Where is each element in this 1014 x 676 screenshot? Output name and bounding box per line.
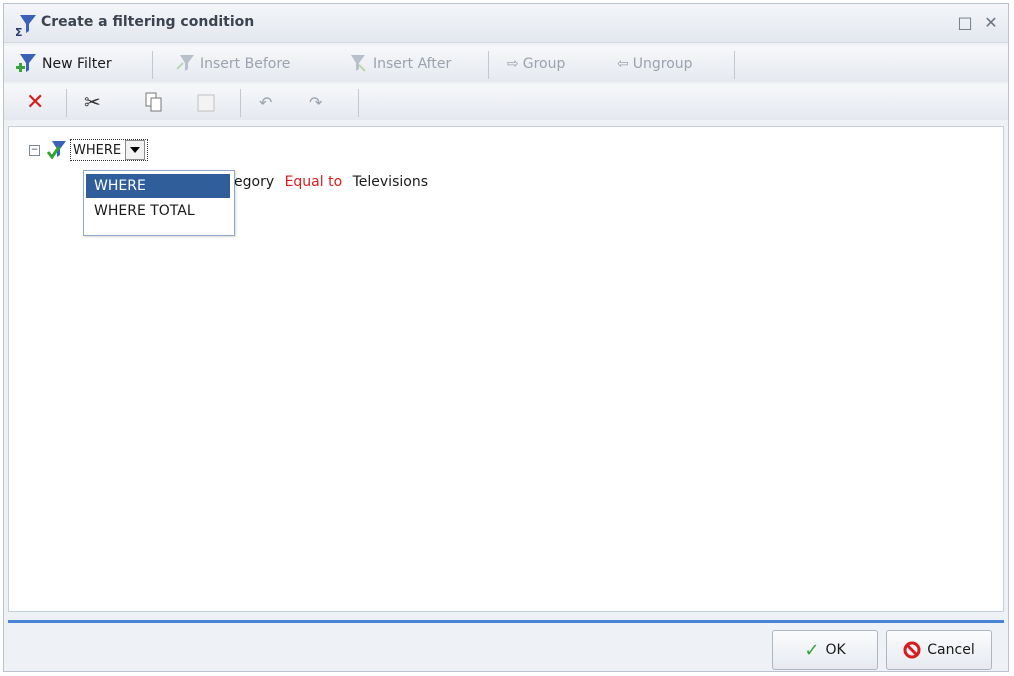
dialog-title: Create a filtering condition [41, 14, 255, 30]
group-button[interactable]: ⇨ Group [507, 52, 565, 76]
group-label: Group [522, 56, 566, 72]
chevron-down-icon [130, 147, 141, 153]
new-filter-label: New Filter [42, 56, 112, 72]
paste-button[interactable] [196, 90, 216, 114]
delete-icon: ✕ [26, 89, 45, 115]
insert-after-button[interactable]: Insert After [347, 52, 451, 76]
ungroup-button[interactable]: ⇦ Ungroup [617, 52, 693, 76]
condition-value[interactable]: Televisions [353, 174, 428, 190]
insert-before-label: Insert Before [200, 56, 291, 72]
undo-icon: ↶ [259, 92, 273, 112]
redo-icon: ↷ [309, 92, 323, 112]
toolbar-separator [734, 51, 735, 79]
arrow-left-icon: ⇦ [617, 56, 629, 72]
copy-button[interactable] [144, 90, 164, 114]
filter-dialog: Σ Create a filtering condition □ ✕ New F… [3, 3, 1009, 672]
collapse-toggle[interactable]: − [29, 144, 40, 156]
cut-button[interactable]: ✂ [84, 90, 101, 114]
condition-text[interactable]: egory Equal to Televisions [234, 174, 428, 190]
new-filter-button[interactable]: New Filter [14, 52, 112, 76]
where-select-value: WHERE [73, 142, 122, 158]
insert-after-label: Insert After [373, 56, 452, 72]
tree-root-row: − WHERE [29, 139, 149, 161]
close-button[interactable]: ✕ [982, 14, 1000, 32]
toolbar-separator [66, 89, 67, 117]
toolbar-separator [152, 51, 153, 79]
insert-after-icon [351, 55, 366, 72]
checkmark-icon: ✓ [804, 639, 820, 661]
filter-check-icon [46, 141, 66, 160]
copy-icon [145, 92, 162, 112]
cancel-button[interactable]: Cancel [886, 630, 992, 670]
toolbar-separator [488, 51, 489, 79]
ok-label: OK [825, 642, 846, 658]
insert-before-icon [176, 55, 194, 71]
filter-sigma-icon: Σ [15, 15, 36, 37]
edit-toolbar: ✕ ✂ ↶ ↷ [4, 84, 1008, 120]
cancel-label: Cancel [927, 642, 975, 658]
redo-button[interactable]: ↷ [309, 90, 322, 114]
undo-button[interactable]: ↶ [259, 90, 272, 114]
dialog-footer: ✓ OK Cancel [4, 626, 1008, 671]
toolbar-separator [240, 89, 241, 117]
delete-button[interactable]: ✕ [26, 89, 45, 115]
footer-divider [8, 620, 1004, 623]
cancel-icon [903, 641, 921, 659]
ok-button[interactable]: ✓ OK [772, 630, 878, 670]
cut-icon: ✂ [84, 90, 101, 114]
arrow-right-icon: ⇨ [507, 56, 519, 72]
dropdown-option-where[interactable]: WHERE [86, 174, 230, 198]
filter-toolbar: New Filter Insert Before Insert After ⇨ … [4, 46, 1008, 82]
svg-text:Σ: Σ [15, 26, 23, 37]
insert-before-button[interactable]: Insert Before [174, 52, 290, 76]
new-filter-icon [16, 54, 36, 72]
where-dropdown-list: WHERE WHERE TOTAL [83, 170, 235, 236]
paste-icon [197, 94, 215, 112]
title-bar: Σ Create a filtering condition □ ✕ [4, 4, 1008, 43]
dropdown-option-where-total[interactable]: WHERE TOTAL [86, 199, 230, 223]
condition-field: egory [234, 174, 275, 190]
maximize-button[interactable]: □ [956, 14, 974, 32]
where-select[interactable]: WHERE [70, 139, 149, 161]
dropdown-arrow-icon[interactable] [125, 140, 146, 160]
condition-operator[interactable]: Equal to [285, 174, 343, 190]
ungroup-label: Ungroup [632, 56, 693, 72]
toolbar-separator [358, 89, 359, 117]
